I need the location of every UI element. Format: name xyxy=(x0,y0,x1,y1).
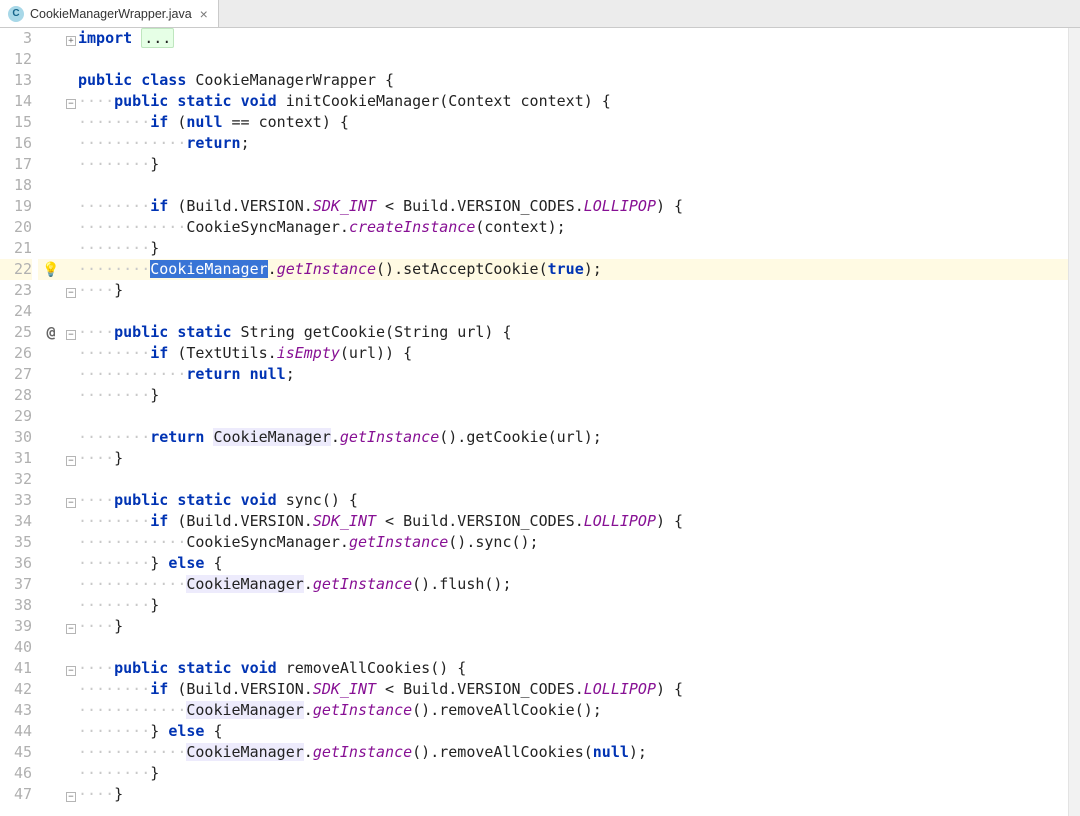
fold-start-icon[interactable]: − xyxy=(66,99,76,109)
code-area[interactable]: import ... public class CookieManagerWra… xyxy=(78,28,1080,816)
java-class-icon: C xyxy=(8,6,24,22)
line-number: 3 xyxy=(0,28,32,49)
folded-region[interactable]: ... xyxy=(141,28,174,48)
tab-filename: CookieManagerWrapper.java xyxy=(30,7,192,21)
code-editor[interactable]: 3 12 13 14 15 16 17 18 19 20 21 22 23 24… xyxy=(0,28,1080,816)
vertical-scrollbar[interactable] xyxy=(1068,28,1080,816)
override-marker[interactable]: @ xyxy=(38,322,64,343)
fold-expand-icon[interactable]: + xyxy=(66,36,76,46)
gutter-line-numbers: 3 12 13 14 15 16 17 18 19 20 21 22 23 24… xyxy=(0,28,38,816)
fold-end-icon[interactable]: − xyxy=(66,288,76,298)
code-line: import ... xyxy=(78,28,1080,49)
current-line: ········CookieManager.getInstance().setA… xyxy=(78,259,1080,280)
selection: CookieManager xyxy=(150,260,267,278)
editor-tab[interactable]: C CookieManagerWrapper.java × xyxy=(0,0,219,27)
tab-bar: C CookieManagerWrapper.java × xyxy=(0,0,1080,28)
gutter-marks: 💡 @ xyxy=(38,28,64,816)
intention-bulb-icon[interactable]: 💡 xyxy=(42,262,59,278)
close-icon[interactable]: × xyxy=(200,6,208,22)
gutter-fold: + − − − − − − − − xyxy=(64,28,78,816)
